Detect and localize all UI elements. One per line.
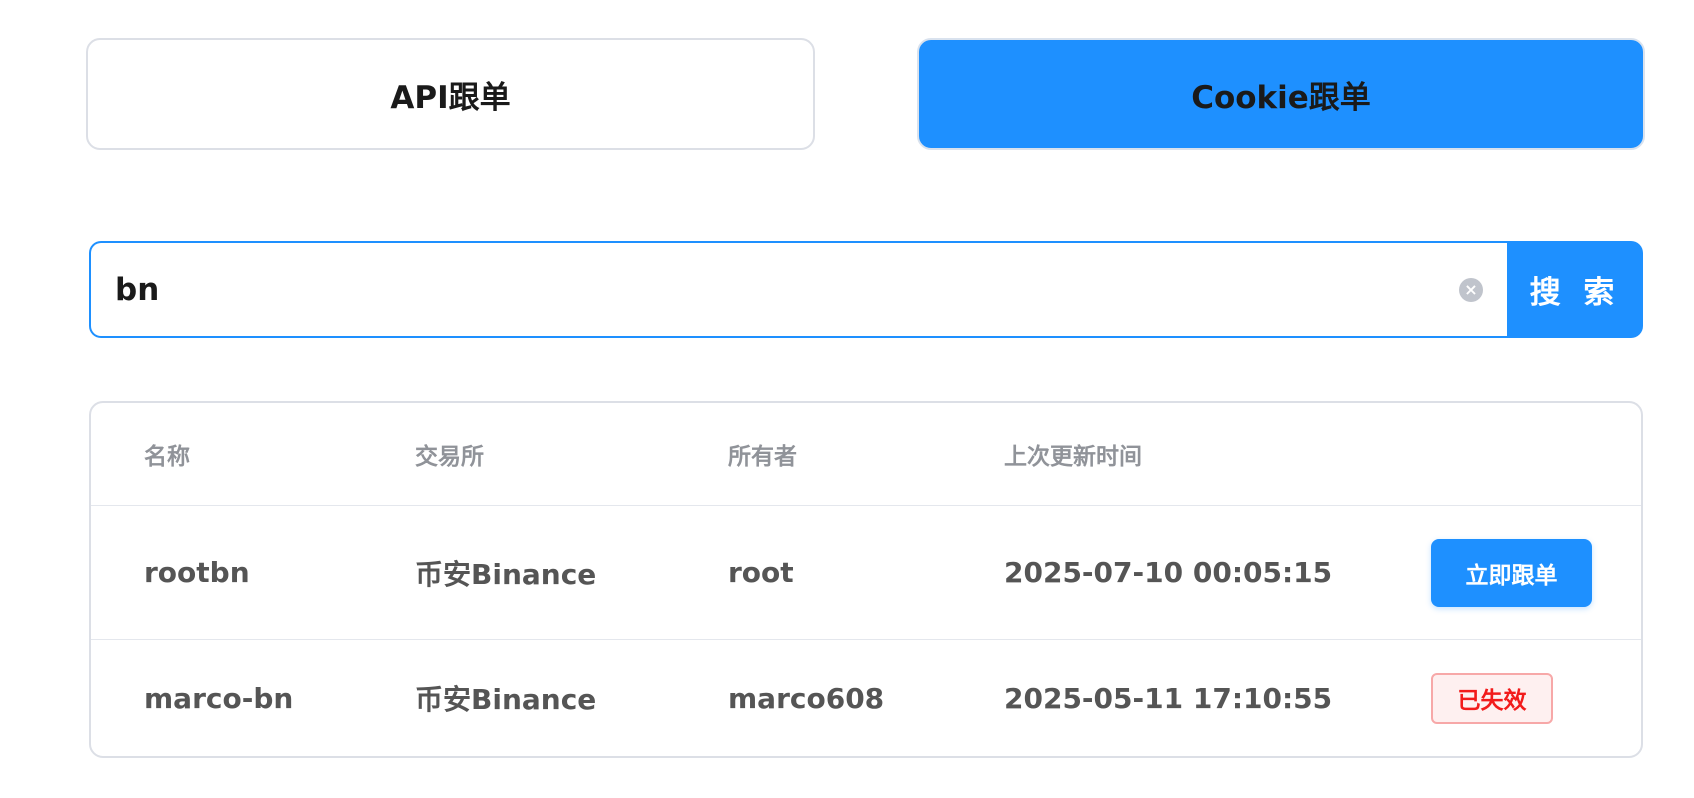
- status-badge: 已失效: [1431, 672, 1553, 724]
- close-circle-icon[interactable]: ×: [1459, 277, 1483, 302]
- follow-now-button[interactable]: 立即跟单: [1431, 538, 1592, 607]
- table-row: rootbn 币安Binance root 2025-07-10 00:05:1…: [91, 506, 1641, 640]
- row-owner: root: [728, 556, 794, 589]
- row-updated-time: 2025-05-11 17:10:55: [1004, 681, 1333, 715]
- row-exchange: 币安Binance: [415, 557, 597, 591]
- tab-cookie-follow[interactable]: Cookie跟单: [917, 38, 1645, 150]
- row-name: marco-bn: [144, 681, 294, 715]
- table-row: marco-bn 币安Binance marco608 2025-05-11 1…: [91, 640, 1641, 756]
- column-header-updated: 上次更新时间: [1004, 444, 1142, 470]
- search-button[interactable]: 搜 索: [1507, 241, 1643, 338]
- row-action: 立即跟单: [1431, 506, 1592, 639]
- page: API跟单 Cookie跟单 × 搜 索 名称 交易所 所有者 上次更新时间 r…: [0, 0, 1694, 798]
- search-input[interactable]: [91, 243, 1507, 336]
- column-header-owner: 所有者: [728, 444, 797, 470]
- tab-api-follow-label: API跟单: [390, 79, 511, 116]
- search-box: ×: [89, 241, 1507, 338]
- tab-cookie-follow-label: Cookie跟单: [1191, 79, 1371, 116]
- search-bar: × 搜 索: [89, 241, 1643, 338]
- row-name: rootbn: [144, 556, 250, 589]
- row-status: 已失效: [1431, 640, 1553, 756]
- column-header-exchange: 交易所: [415, 444, 484, 470]
- row-owner: marco608: [728, 681, 885, 715]
- row-exchange: 币安Binance: [415, 683, 597, 716]
- column-header-name: 名称: [144, 444, 190, 470]
- row-updated-time: 2025-07-10 00:05:15: [1004, 556, 1333, 589]
- table-header: 名称 交易所 所有者 上次更新时间: [91, 403, 1641, 506]
- results-table: 名称 交易所 所有者 上次更新时间 rootbn 币安Binance root …: [89, 401, 1643, 758]
- tab-api-follow[interactable]: API跟单: [86, 38, 815, 150]
